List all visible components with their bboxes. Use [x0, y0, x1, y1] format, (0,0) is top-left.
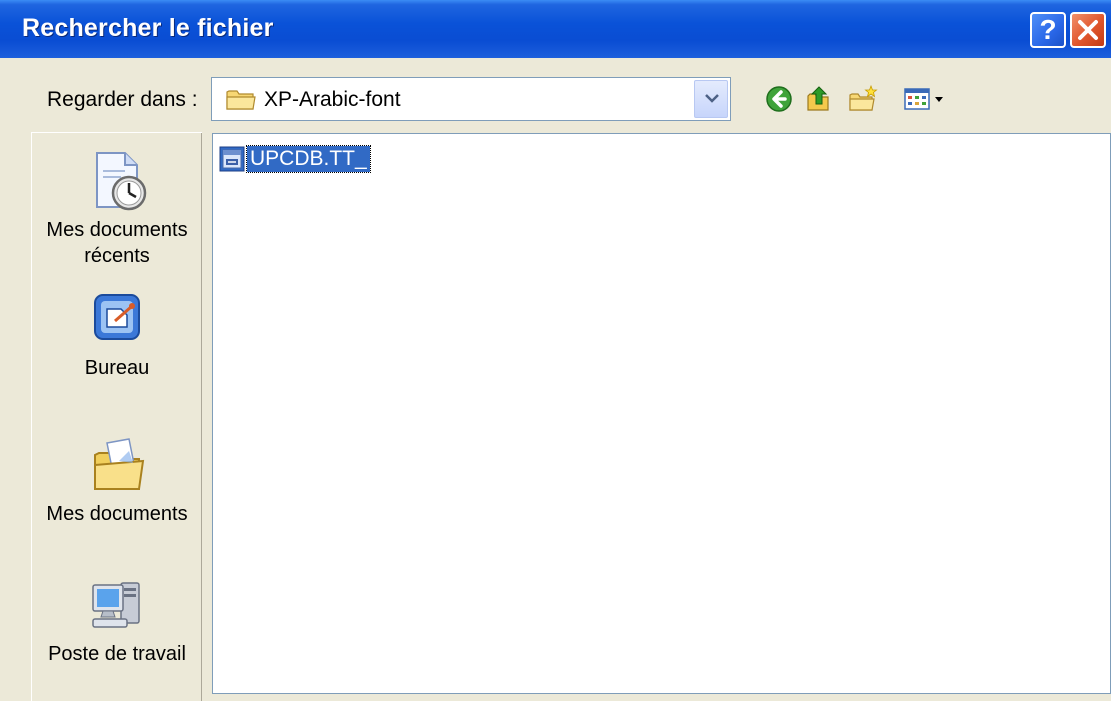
look-in-value: XP-Arabic-font [264, 88, 401, 111]
place-recent-documents[interactable]: Mes documents récents [32, 149, 202, 269]
back-button[interactable] [760, 80, 798, 118]
new-folder-button[interactable] [844, 80, 882, 118]
place-my-computer[interactable]: Poste de travail [32, 573, 202, 667]
my-computer-icon [92, 582, 140, 628]
file-item[interactable]: UPCDB.TT_ [219, 144, 371, 174]
place-my-documents[interactable]: Mes documents [32, 433, 202, 527]
new-folder-icon [849, 84, 878, 111]
look-in-dropdown-button[interactable] [694, 80, 728, 118]
up-folder-button[interactable] [800, 80, 838, 118]
view-menu-icon [904, 88, 943, 110]
chevron-down-icon [705, 94, 719, 103]
recent-documents-icon [96, 152, 147, 211]
look-in-label: Regarder dans : [47, 88, 198, 111]
back-icon [766, 86, 792, 112]
place-label: Poste de travail [48, 643, 186, 665]
file-name: UPCDB.TT_ [246, 145, 371, 173]
look-in-combobox[interactable]: XP-Arabic-font [211, 77, 731, 121]
place-label: Bureau [84, 357, 150, 379]
close-icon [1078, 20, 1098, 40]
file-list[interactable]: UPCDB.TT_ [212, 133, 1111, 694]
close-button[interactable] [1070, 12, 1106, 48]
desktop-icon [94, 294, 140, 340]
my-documents-icon [94, 438, 145, 490]
view-menu-button[interactable] [898, 80, 950, 118]
place-label: Mes documents récents [46, 219, 188, 267]
place-desktop[interactable]: Bureau [32, 287, 202, 381]
up-folder-icon [807, 86, 829, 111]
window-title: Rechercher le fichier [22, 14, 274, 42]
file-dialog-window: Rechercher le fichier ? Regarder dans : … [0, 0, 1111, 701]
folder-icon [226, 90, 256, 110]
place-label: Mes documents [46, 503, 188, 525]
places-bar: Mes documents récents Bureau Mes documen… [31, 132, 202, 701]
help-button[interactable]: ? [1030, 12, 1066, 48]
font-file-icon [219, 146, 245, 172]
title-bar[interactable]: Rechercher le fichier ? [0, 0, 1111, 58]
